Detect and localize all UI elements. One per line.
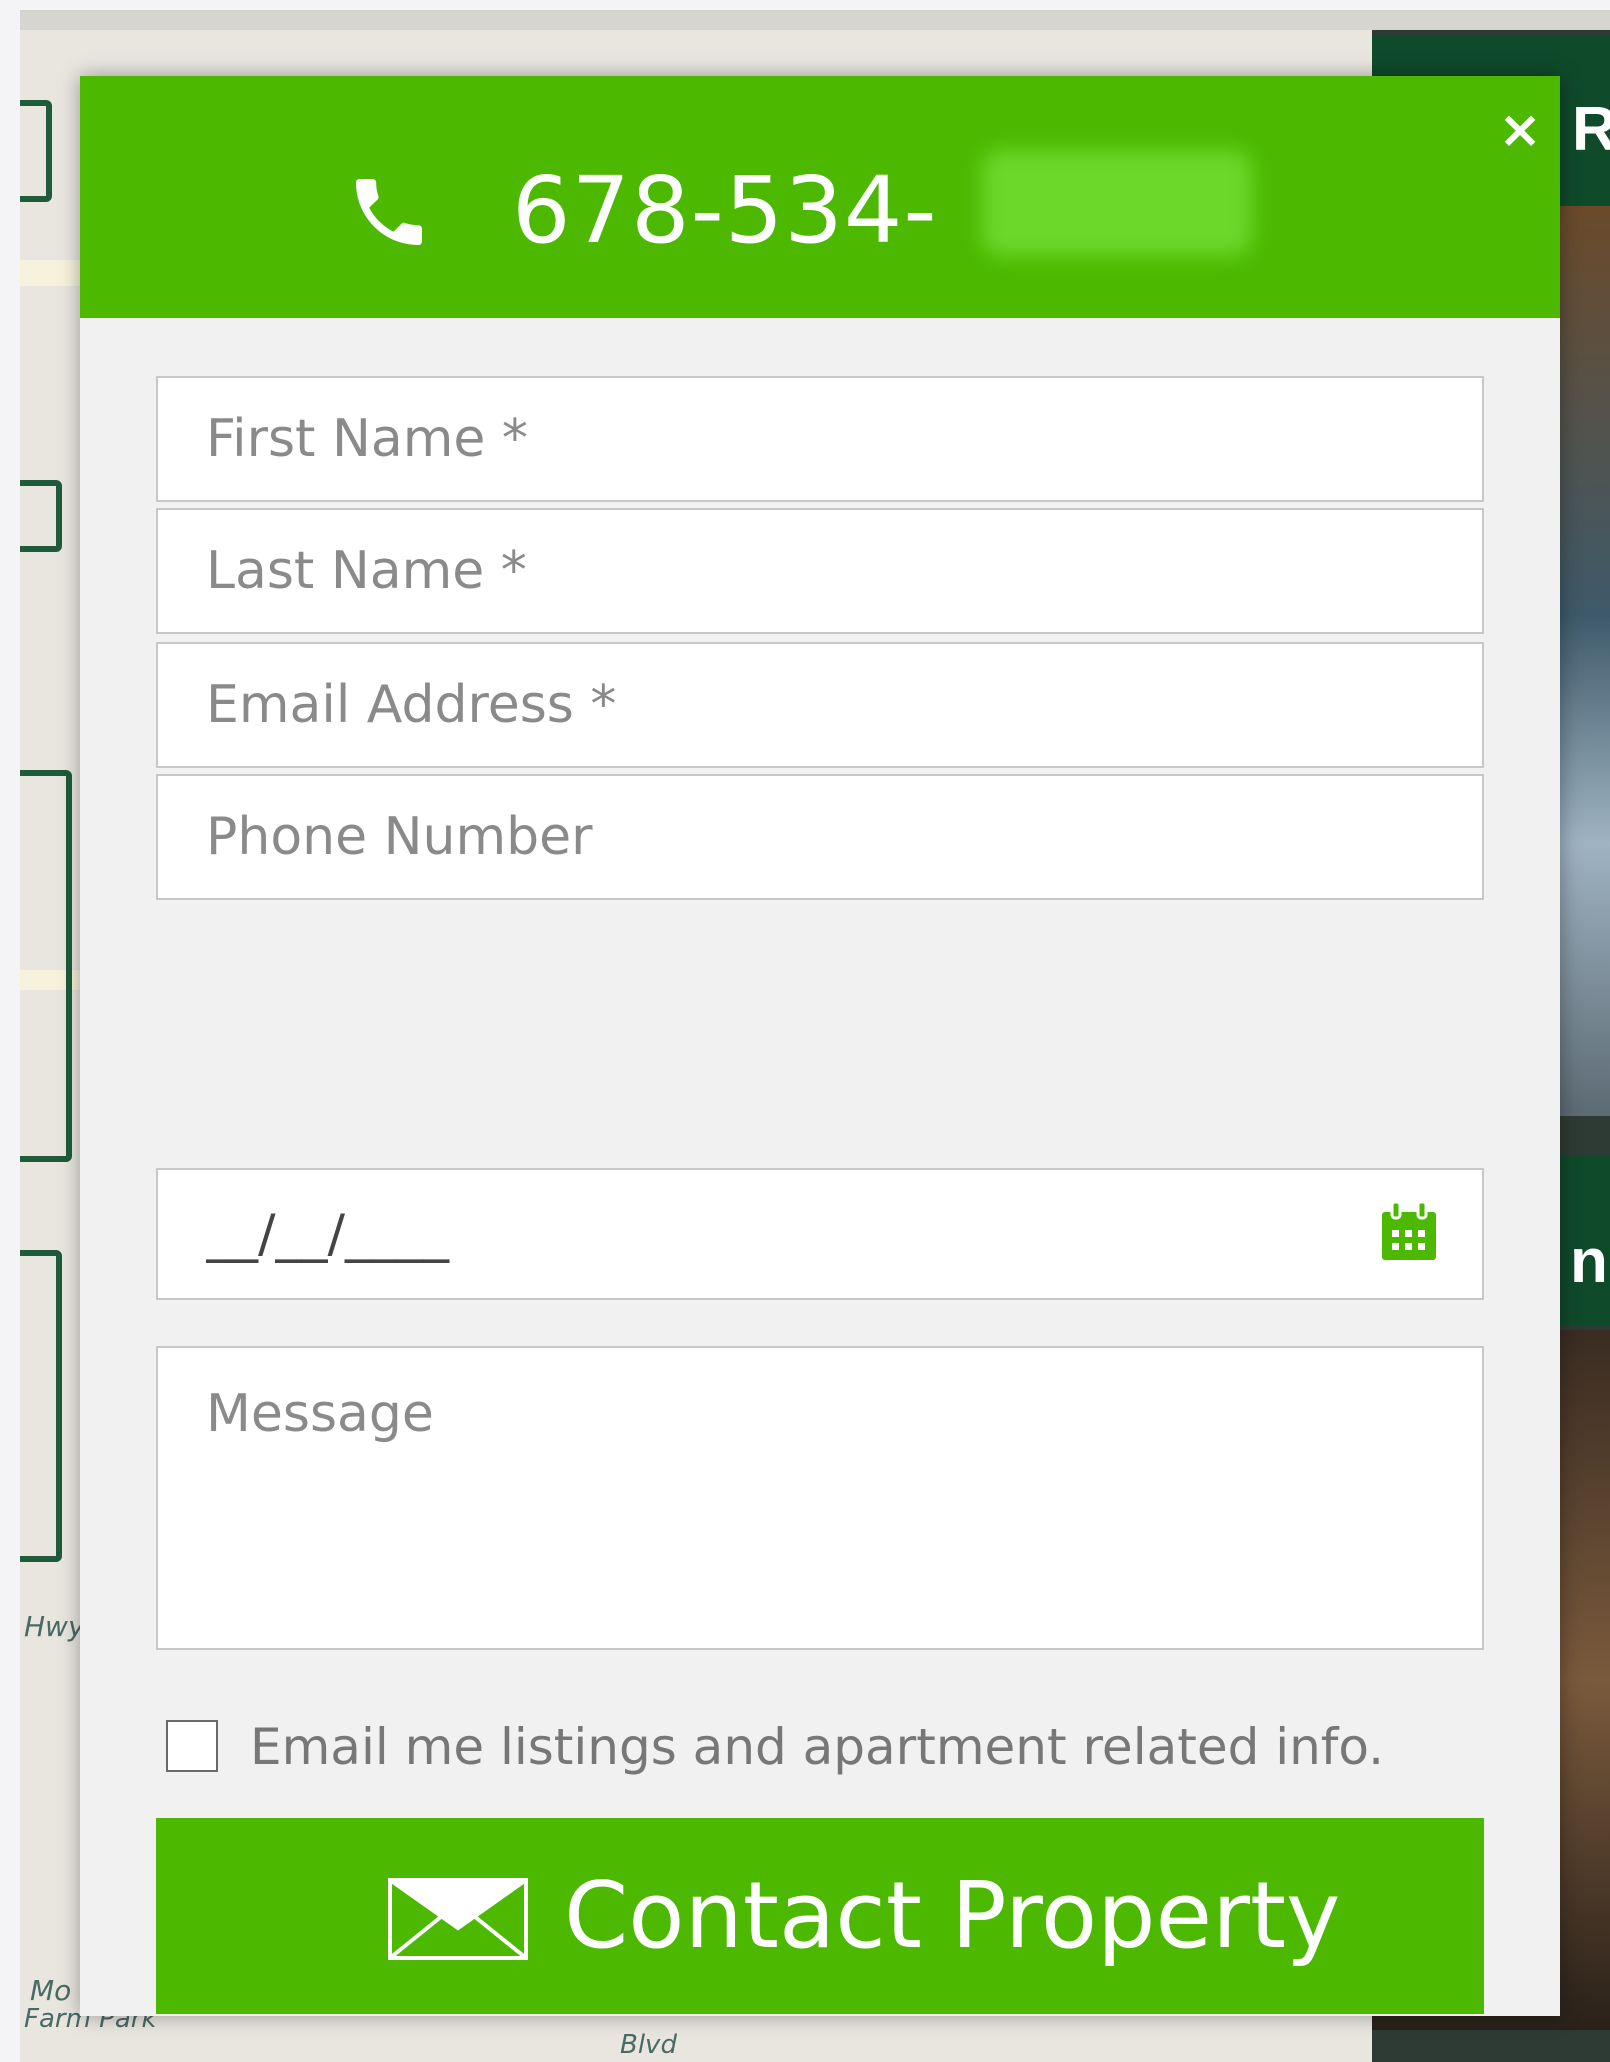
close-button[interactable]: × — [1488, 98, 1552, 162]
contact-property-button[interactable]: Contact Property — [156, 1818, 1484, 2014]
email-input[interactable] — [156, 642, 1484, 768]
map-label: Mo — [30, 1974, 72, 2007]
panel-title-letter: R — [1572, 95, 1610, 164]
map-label: Blvd — [620, 2030, 677, 2060]
map-trail — [20, 100, 52, 202]
map-label: Hwy — [24, 1610, 85, 1643]
email-opt-in-checkbox[interactable] — [166, 1720, 218, 1772]
email-opt-in-label[interactable]: Email me listings and apartment related … — [250, 1712, 1384, 1782]
map-topbar — [20, 10, 1610, 30]
calendar-icon[interactable] — [1378, 1200, 1440, 1264]
envelope-icon — [388, 1878, 528, 1960]
phone-number-redacted — [982, 150, 1252, 256]
map-trail — [20, 480, 62, 552]
close-icon: × — [1498, 100, 1542, 160]
map-trail — [20, 770, 72, 1162]
modal-header: 678-534- × — [80, 76, 1560, 318]
first-name-input[interactable] — [156, 376, 1484, 502]
contact-property-label: Contact Property — [564, 1862, 1341, 1969]
move-in-date-input[interactable] — [158, 1170, 1358, 1298]
message-textarea[interactable] — [156, 1346, 1484, 1650]
contact-modal: 678-534- × Email me listings and apartme… — [80, 76, 1560, 2016]
phone-icon — [356, 179, 422, 245]
last-name-input[interactable] — [156, 508, 1484, 634]
phone-number-input[interactable] — [156, 774, 1484, 900]
email-opt-in[interactable]: Email me listings and apartment related … — [166, 1712, 1496, 1782]
move-in-date-field — [156, 1168, 1484, 1300]
phone-number[interactable]: 678-534- — [512, 146, 938, 276]
map-trail — [20, 1250, 62, 1562]
panel-section-letter: n — [1570, 1227, 1608, 1296]
